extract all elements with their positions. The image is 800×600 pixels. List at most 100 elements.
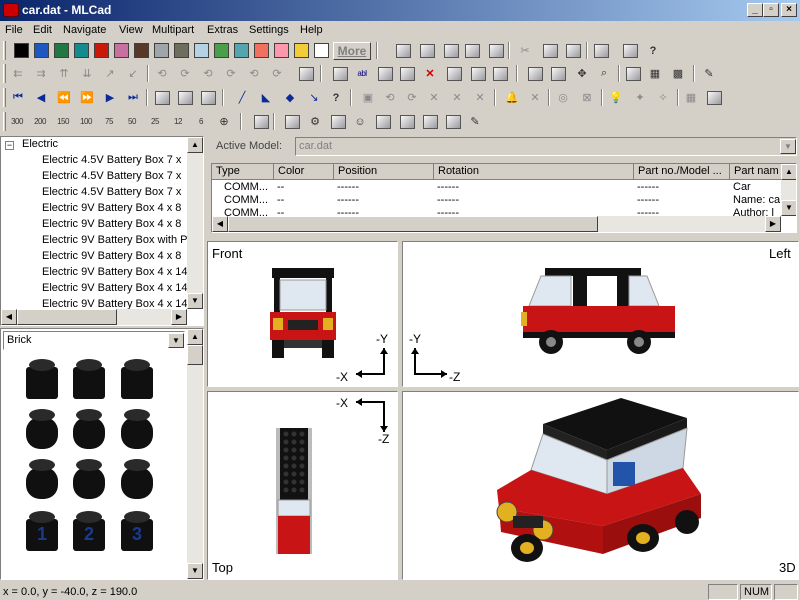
crossed-icon[interactable]: ⊠ xyxy=(577,88,597,107)
zoom-75-button[interactable]: 75 xyxy=(99,112,119,131)
add-pause-icon[interactable] xyxy=(468,64,488,83)
find-part-icon[interactable] xyxy=(152,88,172,107)
keyboard-icon[interactable] xyxy=(296,64,316,83)
rewind-icon[interactable]: ⏪ xyxy=(54,88,74,107)
color-swatch[interactable] xyxy=(74,43,89,58)
gear-icon[interactable]: ⚙ xyxy=(305,112,325,131)
brick-part[interactable] xyxy=(70,357,108,401)
rotate-x-minus-icon[interactable]: ⟳ xyxy=(175,64,195,83)
wand-icon[interactable]: ✎ xyxy=(465,112,485,131)
color-swatch[interactable] xyxy=(234,43,249,58)
move-back-icon[interactable]: ↙ xyxy=(123,64,143,83)
color-swatch[interactable] xyxy=(94,43,109,58)
battery-icon[interactable] xyxy=(704,88,724,107)
color-swatch[interactable] xyxy=(34,43,49,58)
move-left-icon[interactable]: ⇇ xyxy=(8,64,28,83)
vehicle-icon[interactable] xyxy=(373,112,393,131)
brick-part-number[interactable]: 1 xyxy=(23,509,61,553)
move-up-icon[interactable]: ⇈ xyxy=(54,64,74,83)
column-header-type[interactable]: Type xyxy=(212,164,274,180)
table-cell[interactable]: Car xyxy=(730,181,782,194)
zoom-100-button[interactable]: 100 xyxy=(76,112,96,131)
clear-icon[interactable]: ✕ xyxy=(447,88,467,107)
toolbar-grip[interactable] xyxy=(3,64,6,83)
tree-item[interactable]: Electric 4.5V Battery Box 7 x xyxy=(42,154,181,166)
save-all-icon[interactable] xyxy=(486,41,506,60)
color-swatch[interactable] xyxy=(314,43,329,58)
menu-help[interactable]: Help xyxy=(300,24,323,36)
scroll-thumb[interactable] xyxy=(228,216,598,232)
delete-icon[interactable]: ✕ xyxy=(420,64,440,83)
color-swatch[interactable] xyxy=(14,43,29,58)
paste-icon[interactable] xyxy=(563,41,583,60)
spring-icon[interactable] xyxy=(443,112,463,131)
move-down-icon[interactable]: ⇊ xyxy=(77,64,97,83)
color-swatch[interactable] xyxy=(174,43,189,58)
brick-part[interactable] xyxy=(23,357,61,401)
render-icon[interactable] xyxy=(251,112,271,131)
add-part-icon[interactable] xyxy=(330,64,350,83)
color-swatch[interactable] xyxy=(194,43,209,58)
light-icon[interactable]: 💡 xyxy=(606,88,626,107)
maximize-button[interactable]: ▫ xyxy=(763,3,779,17)
column-header-color[interactable]: Color xyxy=(274,164,334,180)
scroll-right-icon[interactable]: ▶ xyxy=(765,216,781,232)
table-cell[interactable]: ------ xyxy=(634,194,730,207)
tree-item[interactable]: Electric 9V Battery Box 4 x 8 xyxy=(42,202,181,214)
build-icon[interactable] xyxy=(282,112,302,131)
help-pointer-icon[interactable]: ? xyxy=(643,41,663,60)
color-swatch[interactable] xyxy=(254,43,269,58)
parts-vertical-scrollbar[interactable]: ▲ ▼ xyxy=(187,329,203,579)
add-rotation-icon[interactable] xyxy=(397,64,417,83)
scroll-up-icon[interactable]: ▲ xyxy=(187,137,203,153)
mirror-icon[interactable]: ⟲ xyxy=(380,88,400,107)
more-colors-button[interactable]: More xyxy=(333,42,371,60)
close-button[interactable]: × xyxy=(781,3,797,17)
view-layout-icon[interactable] xyxy=(623,64,643,83)
zoom-icon[interactable]: ⌕ xyxy=(594,64,614,83)
table-horizontal-scrollbar[interactable]: ◀ ▶ xyxy=(212,216,781,232)
rotate-z-plus-icon[interactable]: ⟲ xyxy=(244,64,264,83)
pencil-icon[interactable]: ✎ xyxy=(699,64,719,83)
rotate-x-plus-icon[interactable]: ⟲ xyxy=(152,64,172,83)
last-step-icon[interactable]: ⏭ xyxy=(123,88,143,107)
hose-icon[interactable] xyxy=(397,112,417,131)
zoom-200-button[interactable]: 200 xyxy=(30,112,50,131)
brick-part-number[interactable]: 2 xyxy=(70,509,108,553)
hide-icon[interactable]: ✕ xyxy=(470,88,490,107)
toolbar-grip[interactable] xyxy=(3,112,6,131)
open-file-icon[interactable] xyxy=(417,41,437,60)
scroll-left-icon[interactable]: ◀ xyxy=(1,309,17,325)
menu-navigate[interactable]: Navigate xyxy=(63,24,106,36)
bell-icon[interactable]: 🔔 xyxy=(502,88,522,107)
front-view[interactable]: Front -Y -X xyxy=(207,241,398,387)
zoom-150-button[interactable]: 150 xyxy=(53,112,73,131)
tree-horizontal-scrollbar[interactable]: ◀ ▶ xyxy=(1,309,187,325)
add-step-icon[interactable] xyxy=(375,64,395,83)
tree-item[interactable]: Electric 9V Battery Box with P xyxy=(42,234,188,246)
brick-part[interactable] xyxy=(118,457,156,501)
color-swatch[interactable] xyxy=(214,43,229,58)
tree-item[interactable]: Electric 9V Battery Box 4 x 8 xyxy=(42,250,181,262)
zoom-fit-icon[interactable]: ⊕ xyxy=(214,112,234,131)
brick-part[interactable] xyxy=(118,357,156,401)
parts-tree[interactable]: − Electric Electric 4.5V Battery Box 7 x… xyxy=(0,136,204,326)
table-cell[interactable]: ------ xyxy=(334,194,434,207)
table-cell[interactable]: ------ xyxy=(634,181,730,194)
tree-collapse-icon[interactable]: − xyxy=(5,141,14,150)
print-icon[interactable] xyxy=(591,41,611,60)
fast-forward-icon[interactable]: ⏩ xyxy=(77,88,97,107)
paint-icon[interactable]: ✦ xyxy=(630,88,650,107)
3d-view[interactable]: 3D xyxy=(402,391,799,580)
rotate-y-plus-icon[interactable]: ⟲ xyxy=(198,64,218,83)
unknown-icon[interactable]: ? xyxy=(326,88,346,107)
column-header-part-name[interactable]: Part nam xyxy=(730,164,782,180)
color-swatch[interactable] xyxy=(114,43,129,58)
add-clear-icon[interactable] xyxy=(444,64,464,83)
scroll-thumb[interactable] xyxy=(187,345,203,365)
table-cell[interactable]: ------ xyxy=(434,194,634,207)
color-swatch[interactable] xyxy=(54,43,69,58)
minifig-icon[interactable]: ☺ xyxy=(350,112,370,131)
properties-icon[interactable] xyxy=(620,41,640,60)
zoom-12-button[interactable]: 12 xyxy=(168,112,188,131)
